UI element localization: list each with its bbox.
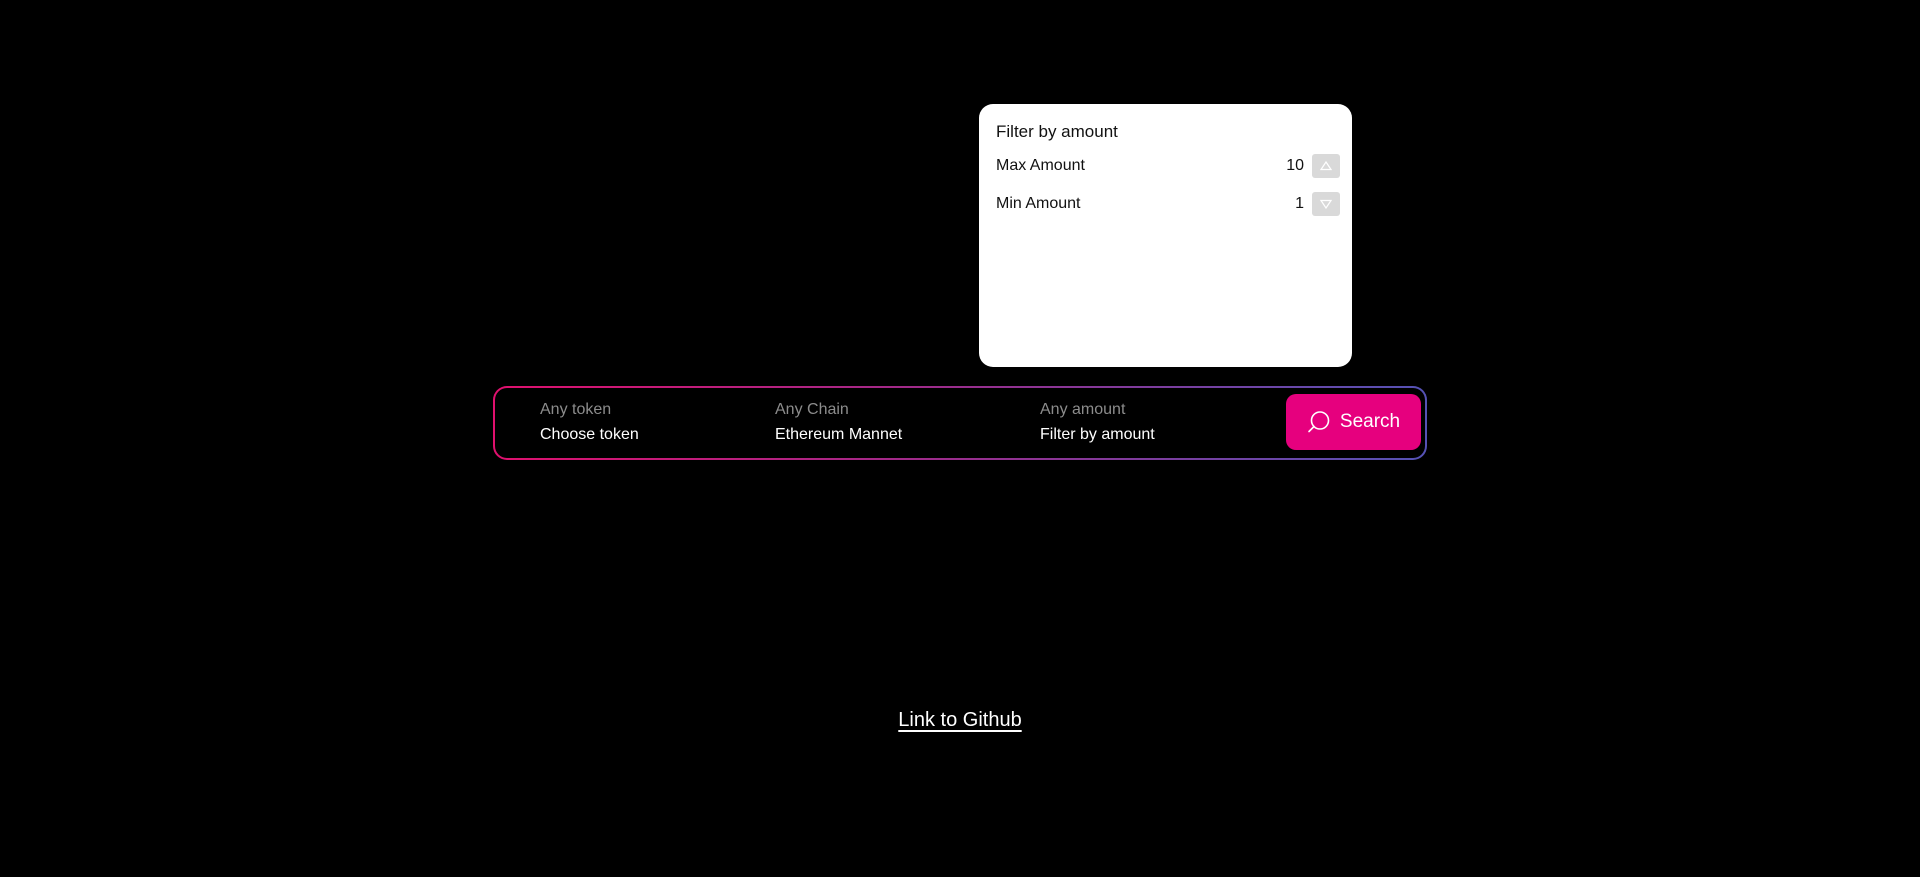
chain-field-label: Any Chain <box>775 401 849 418</box>
amount-field-label: Any amount <box>1040 401 1126 418</box>
triangle-down-icon <box>1320 199 1332 209</box>
amount-filter-title: Filter by amount <box>996 122 1118 141</box>
search-bar: Any token Choose token Any Chain Ethereu… <box>493 386 1427 460</box>
min-amount-value[interactable]: 1 <box>1274 195 1304 213</box>
amount-field-value[interactable]: Filter by amount <box>1040 425 1155 445</box>
max-amount-increment-button[interactable] <box>1312 154 1340 178</box>
max-amount-row: Max Amount 10 <box>996 152 1340 180</box>
search-icon <box>1308 411 1330 433</box>
max-amount-label: Max Amount <box>996 157 1085 174</box>
min-amount-label: Min Amount <box>996 195 1081 212</box>
max-amount-value[interactable]: 10 <box>1274 157 1304 175</box>
search-button-label: Search <box>1339 411 1401 432</box>
github-link[interactable]: Link to Github <box>898 709 1021 731</box>
footer: Link to Github <box>0 709 1920 732</box>
token-field-label: Any token <box>540 401 612 418</box>
amount-filter-popover: Filter by amount Max Amount 10 Min Amoun… <box>979 104 1352 367</box>
chain-field-value[interactable]: Ethereum Mannet <box>775 425 902 445</box>
token-field-value[interactable]: Choose token <box>540 425 639 445</box>
amount-field[interactable]: Any amount Filter by amount <box>1040 400 1155 445</box>
triangle-up-icon <box>1320 161 1332 171</box>
search-button[interactable]: Search <box>1286 394 1421 450</box>
min-amount-decrement-button[interactable] <box>1312 192 1340 216</box>
min-amount-row: Min Amount 1 <box>996 190 1340 218</box>
chain-field[interactable]: Any Chain Ethereum Mannet <box>775 400 902 445</box>
token-field[interactable]: Any token Choose token <box>540 400 639 445</box>
search-bar-inner: Any token Choose token Any Chain Ethereu… <box>495 388 1425 458</box>
